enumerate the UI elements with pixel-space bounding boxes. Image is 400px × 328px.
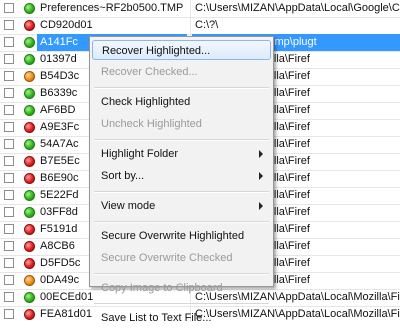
file-name: 0DA49c — [40, 274, 80, 286]
file-name: 01397d — [40, 53, 77, 65]
menu-item-label: Recover Highlighted... — [102, 45, 211, 57]
row-checkbox[interactable] — [4, 88, 14, 98]
menu-item-uncheck-highlighted: Uncheck Highlighted — [92, 114, 271, 134]
file-name: AF6BD — [40, 104, 76, 116]
submenu-arrow-icon — [259, 150, 263, 158]
row-checkbox[interactable] — [4, 224, 14, 234]
row-checkbox[interactable] — [4, 275, 14, 285]
file-name: FEA81d01 — [40, 308, 92, 320]
menu-item-save-list-to-text-file[interactable]: Save List to Text File... — [92, 308, 271, 328]
file-name: D5FD5c — [40, 257, 81, 269]
file-row[interactable]: CD920d01 C:\?\ — [0, 17, 400, 35]
menu-item-label: Highlight Folder — [101, 148, 179, 160]
menu-item-label: Recover Checked... — [101, 66, 198, 78]
status-orange-icon — [24, 275, 35, 286]
menu-item-recover-highlighted[interactable]: Recover Highlighted... — [92, 40, 271, 60]
menu-separator — [94, 303, 269, 305]
row-checkbox[interactable] — [4, 156, 14, 166]
status-green-icon — [24, 3, 35, 14]
menu-item-copy-image-to-clipboard: Copy Image to Clipboard — [92, 278, 271, 298]
file-name: 5E22Fd — [40, 189, 79, 201]
file-path: C:\Users\MIZAN\AppData\Local\Google\Chro — [195, 2, 400, 14]
menu-item-secure-overwrite-checked: Secure Overwrite Checked — [92, 248, 271, 268]
row-checkbox[interactable] — [4, 292, 14, 302]
row-checkbox[interactable] — [4, 190, 14, 200]
row-checkbox[interactable] — [4, 139, 14, 149]
status-green-icon — [24, 54, 35, 65]
row-checkbox[interactable] — [4, 207, 14, 217]
status-green-icon — [24, 37, 35, 48]
file-name: F5191d — [40, 223, 78, 235]
file-name: A8CB6 — [40, 240, 75, 252]
status-green-icon — [24, 190, 35, 201]
menu-item-label: Copy Image to Clipboard — [101, 282, 223, 294]
status-red-icon — [24, 241, 35, 252]
context-menu: Recover Highlighted... Recover Checked...… — [89, 36, 274, 324]
row-checkbox[interactable] — [4, 71, 14, 81]
file-name: Preferences~RF2b0500.TMP — [40, 2, 184, 14]
menu-separator — [94, 221, 269, 223]
status-red-icon — [24, 173, 35, 184]
status-green-icon — [24, 88, 35, 99]
menu-item-sort-by[interactable]: Sort by... — [92, 166, 271, 186]
status-orange-icon — [24, 71, 35, 82]
menu-item-label: Save List to Text File... — [101, 312, 212, 324]
file-name: 03FF8d — [40, 206, 78, 218]
submenu-arrow-icon — [259, 172, 263, 180]
row-checkbox[interactable] — [4, 105, 14, 115]
status-green-icon — [24, 139, 35, 150]
file-name: A141Fc — [40, 36, 78, 48]
submenu-arrow-icon — [259, 202, 263, 210]
menu-separator — [94, 191, 269, 193]
row-checkbox[interactable] — [4, 241, 14, 251]
status-green-icon — [24, 105, 35, 116]
menu-item-view-mode[interactable]: View mode — [92, 196, 271, 216]
file-name: B7E5Ec — [40, 155, 80, 167]
file-name: 00ECEd01 — [40, 291, 94, 303]
status-red-icon — [24, 258, 35, 269]
row-checkbox[interactable] — [4, 37, 14, 47]
menu-separator — [94, 273, 269, 275]
file-name: CD920d01 — [40, 19, 93, 31]
menu-item-label: Uncheck Highlighted — [101, 118, 202, 130]
file-name: B54D3c — [40, 70, 80, 82]
file-row[interactable]: Preferences~RF2b0500.TMP C:\Users\MIZAN\A… — [0, 0, 400, 18]
status-green-icon — [24, 292, 35, 303]
status-red-icon — [24, 122, 35, 133]
menu-item-label: Sort by... — [101, 170, 145, 182]
status-red-icon — [24, 156, 35, 167]
status-red-icon — [24, 309, 35, 320]
menu-item-secure-overwrite-highlighted[interactable]: Secure Overwrite Highlighted — [92, 226, 271, 246]
menu-item-check-highlighted[interactable]: Check Highlighted — [92, 92, 271, 112]
menu-item-label: Secure Overwrite Highlighted — [101, 230, 245, 242]
file-name: 54A7Ac — [40, 138, 79, 150]
row-checkbox[interactable] — [4, 20, 14, 30]
file-name: A9E3Fc — [40, 121, 80, 133]
menu-item-recover-checked: Recover Checked... — [92, 62, 271, 82]
menu-item-highlight-folder[interactable]: Highlight Folder — [92, 144, 271, 164]
row-checkbox[interactable] — [4, 122, 14, 132]
status-red-icon — [24, 224, 35, 235]
menu-item-label: Secure Overwrite Checked — [101, 252, 233, 264]
row-checkbox[interactable] — [4, 3, 14, 13]
menu-item-label: Check Highlighted — [101, 96, 191, 108]
file-name: B6E90c — [40, 172, 79, 184]
row-checkbox[interactable] — [4, 173, 14, 183]
file-path: C:\?\ — [195, 19, 219, 31]
file-name: B6339c — [40, 87, 78, 99]
row-checkbox[interactable] — [4, 258, 14, 268]
menu-separator — [94, 87, 269, 89]
status-green-icon — [24, 207, 35, 218]
menu-item-label: View mode — [101, 200, 156, 212]
row-checkbox[interactable] — [4, 309, 14, 319]
status-red-icon — [24, 20, 35, 31]
row-checkbox[interactable] — [4, 54, 14, 64]
menu-separator — [94, 139, 269, 141]
